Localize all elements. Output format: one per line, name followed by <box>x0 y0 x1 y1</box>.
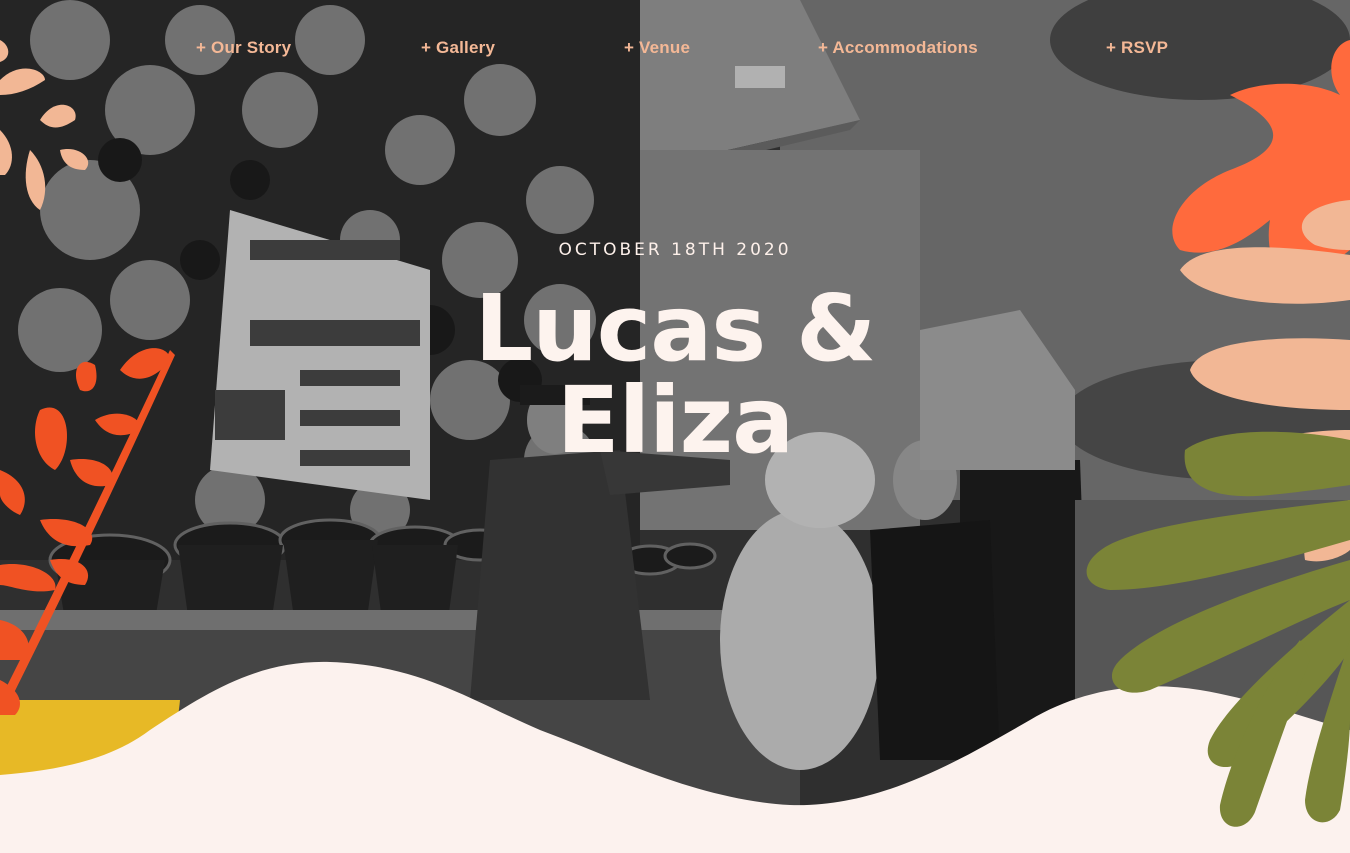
nav-our-story-link[interactable]: + Our Story <box>196 38 291 58</box>
couple-names-line1: Lucas & <box>474 275 877 382</box>
wedding-date: OCTOBER 18TH 2020 <box>558 240 792 260</box>
main-nav: + Our Story + Gallery + Venue + Accommod… <box>0 38 1350 64</box>
couple-names-line2: Eliza <box>556 367 795 474</box>
nav-venue-link[interactable]: + Venue <box>624 38 690 58</box>
couple-names: Lucas & Eliza <box>0 283 1350 467</box>
nav-accommodations-link[interactable]: + Accommodations <box>818 38 978 58</box>
nav-gallery-link[interactable]: + Gallery <box>421 38 495 58</box>
nav-rsvp-link[interactable]: + RSVP <box>1106 38 1168 58</box>
hero-section: + Our Story + Gallery + Venue + Accommod… <box>0 0 1350 853</box>
